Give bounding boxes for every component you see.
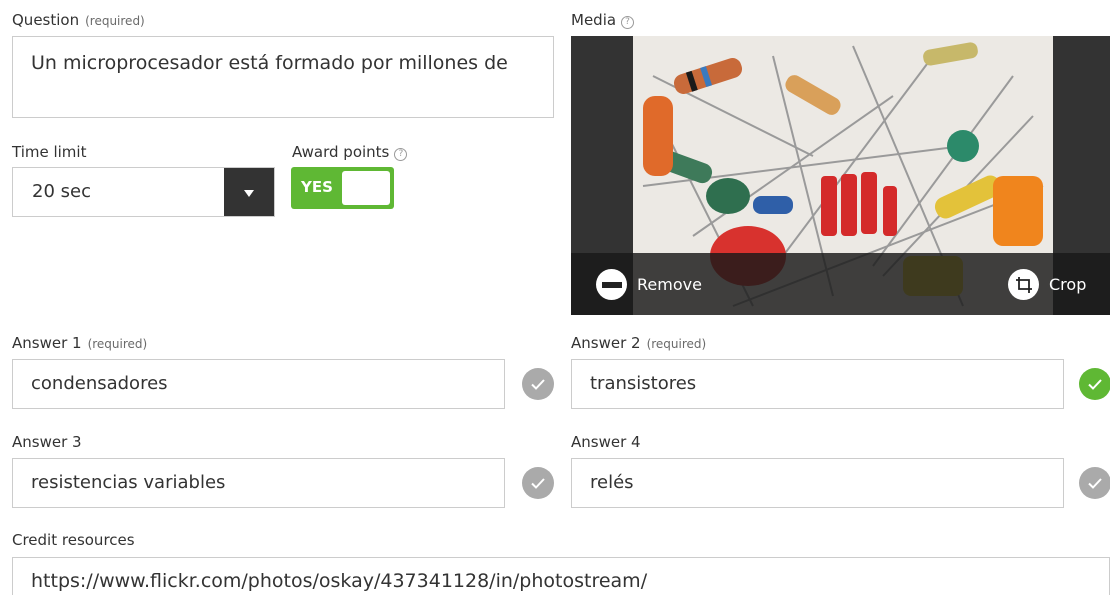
award-points-label-text: Award points: [292, 143, 390, 161]
required-note: (required): [87, 337, 148, 351]
answer-1-correct-toggle[interactable]: [522, 368, 554, 400]
answer-label-text: Answer 2: [571, 334, 641, 352]
answer-3-input[interactable]: resistencias variables: [12, 458, 505, 508]
caret-down-icon[interactable]: [224, 168, 274, 216]
media-label: Media?: [571, 11, 635, 29]
question-label: Question (required): [12, 11, 145, 29]
award-points-label: Award points?: [292, 143, 408, 161]
remove-label: Remove: [637, 275, 702, 294]
media-label-text: Media: [571, 11, 617, 29]
help-icon[interactable]: ?: [621, 16, 635, 29]
required-note: (required): [646, 337, 707, 351]
answer-2-label: Answer 2 (required): [571, 334, 706, 352]
crop-icon: [1008, 269, 1039, 300]
answer-4-correct-toggle[interactable]: [1079, 467, 1110, 499]
answer-label-text: Answer 4: [571, 433, 641, 451]
question-input[interactable]: Un microprocesador está formado por mill…: [12, 36, 554, 118]
answer-label-text: Answer 1: [12, 334, 82, 352]
media-panel: Remove Crop: [571, 36, 1110, 315]
credit-resources-label: Credit resources: [12, 531, 135, 549]
time-limit-select[interactable]: 20 sec: [12, 167, 275, 217]
check-icon: [1088, 378, 1102, 390]
answer-3-correct-toggle[interactable]: [522, 467, 554, 499]
time-limit-value: 20 sec: [32, 181, 91, 202]
award-points-toggle[interactable]: YES: [291, 167, 394, 209]
check-icon: [1088, 477, 1102, 489]
answer-1-input[interactable]: condensadores: [12, 359, 505, 409]
question-label-text: Question: [12, 11, 80, 29]
answer-3-label: Answer 3: [12, 433, 82, 451]
help-icon[interactable]: ?: [394, 148, 408, 161]
remove-icon: [596, 269, 627, 300]
toggle-knob: [342, 171, 390, 205]
check-icon: [531, 378, 545, 390]
toggle-yes-label: YES: [301, 178, 333, 196]
answer-1-label: Answer 1 (required): [12, 334, 147, 352]
required-note: (required): [85, 14, 145, 28]
answer-label-text: Answer 3: [12, 433, 82, 451]
remove-media-button[interactable]: Remove: [596, 269, 702, 300]
crop-media-button[interactable]: Crop: [1008, 269, 1086, 300]
crop-label: Crop: [1049, 275, 1087, 294]
answer-2-input[interactable]: transistores: [571, 359, 1064, 409]
media-action-bar: Remove Crop: [571, 253, 1110, 315]
check-icon: [531, 477, 545, 489]
answer-2-correct-toggle[interactable]: [1079, 368, 1110, 400]
answer-4-label: Answer 4: [571, 433, 641, 451]
answer-4-input[interactable]: relés: [571, 458, 1064, 508]
credit-resources-input[interactable]: https://www.flickr.com/photos/oskay/4373…: [12, 557, 1110, 595]
time-limit-label: Time limit: [12, 143, 87, 161]
